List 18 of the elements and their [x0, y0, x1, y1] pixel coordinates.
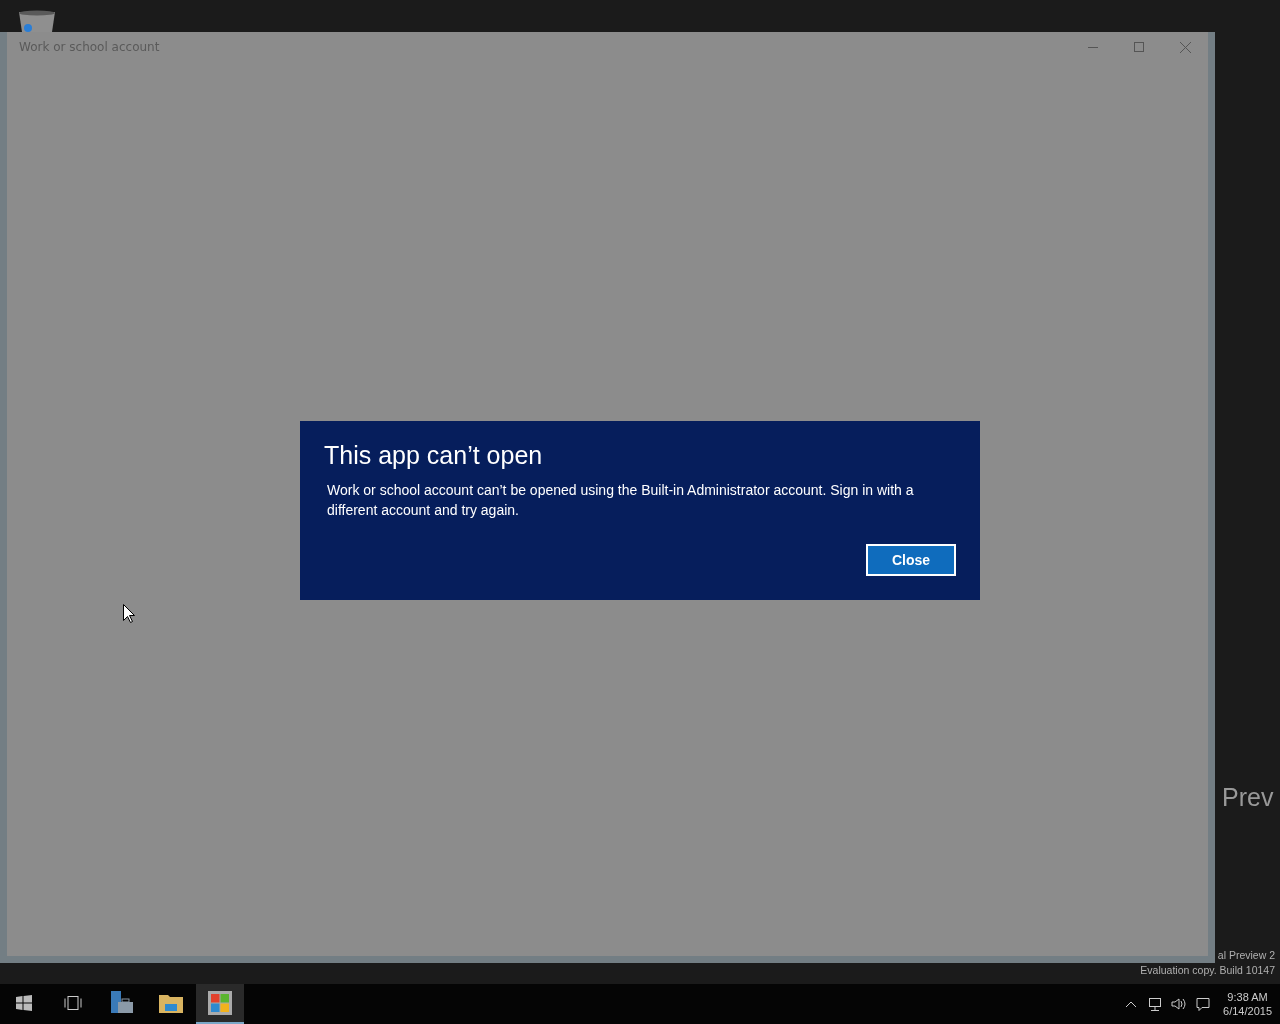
maximize-icon: [1134, 42, 1144, 52]
server-briefcase-icon: [109, 990, 135, 1016]
dialog-message: Work or school account can’t be opened using the Built-in Administrator account. Sign in with a different account and try again.: [326, 481, 915, 520]
close-dialog-button[interactable]: Close: [866, 544, 956, 576]
dialog-title: This app can’t open: [324, 441, 544, 470]
build-info-text: al Preview 2: [1217, 949, 1275, 961]
taskbar-button[interactable]: [196, 984, 244, 1024]
clock-date: 6/14/2015: [1223, 1005, 1272, 1017]
clock-time: 9:38 AM: [1227, 991, 1268, 1003]
close-icon: [1179, 41, 1191, 53]
desktop-text: Prev: [1222, 783, 1274, 812]
folder-icon: [159, 993, 183, 1013]
windows-logo-icon: [16, 995, 32, 1011]
build-info-text: Evaluation copy. Build 10147: [1140, 964, 1275, 976]
store-icon: [208, 991, 232, 1015]
mouse-cursor-icon: [123, 604, 135, 624]
clock[interactable]: 9:38 AM 6/14/2015: [1215, 984, 1280, 1024]
task-view-icon: [62, 995, 84, 1011]
